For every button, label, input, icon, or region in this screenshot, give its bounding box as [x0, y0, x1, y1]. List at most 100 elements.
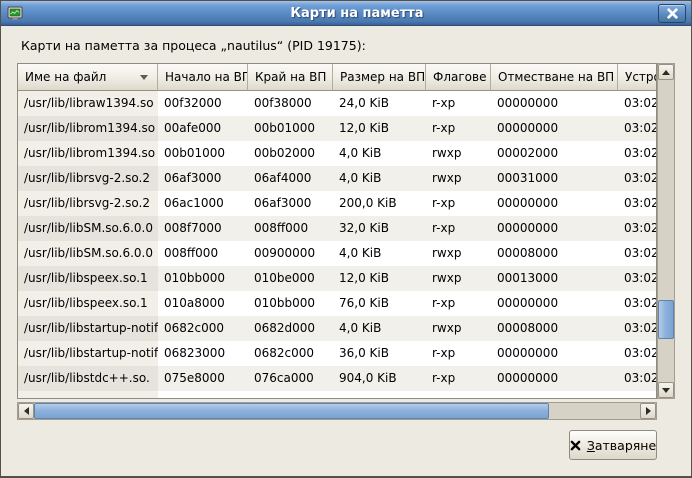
table-row[interactable]: /usr/lib/libstdc++.so.075e8000076ca00090…: [18, 366, 656, 391]
table-cell: r-xp: [426, 291, 491, 316]
column-header-label: Име на файл: [25, 70, 106, 84]
column-header-label: Край на ВП: [255, 70, 326, 84]
table-cell: 03:02: [618, 266, 656, 291]
triangle-right-icon: [646, 407, 651, 415]
table-cell: r-xp: [426, 116, 491, 141]
column-header-filename[interactable]: Име на файл: [18, 64, 158, 91]
table-row[interactable]: /usr/lib/libraw1394.so00f3200000f3800024…: [18, 91, 656, 116]
table-cell: r-xp: [426, 191, 491, 216]
table-cell: 36,0 KiB: [333, 341, 426, 366]
table-cell: 00000000: [491, 116, 618, 141]
table-cell: /usr/lib/libSM.so.6.0.0: [18, 216, 158, 241]
table-cell: r-xp: [426, 216, 491, 241]
table-cell: /usr/lib/libspeex.so.1: [18, 266, 158, 291]
table-cell: 03:02: [618, 316, 656, 341]
column-header-label: Устройство: [625, 70, 657, 84]
triangle-left-icon: [24, 407, 29, 415]
table-row[interactable]: /usr/lib/librsvg-2.so.206ac100006af30002…: [18, 191, 656, 216]
table-filler: [18, 391, 656, 398]
table-cell: 03:02: [618, 341, 656, 366]
table-cell: 76,0 KiB: [333, 291, 426, 316]
close-icon: [667, 8, 678, 19]
table-cell: 075e8000: [158, 366, 248, 391]
scroll-left-button[interactable]: [18, 403, 34, 419]
column-header-device[interactable]: Устройство: [618, 64, 657, 91]
table-cell: 904,0 KiB: [333, 366, 426, 391]
table-cell: 00013000: [491, 266, 618, 291]
column-header-vm-offset[interactable]: Отместване на ВП: [491, 64, 618, 91]
column-header-label: Размер на ВП: [340, 70, 425, 84]
table-cell: 03:02: [618, 216, 656, 241]
close-button-label: Затваряне: [587, 438, 656, 453]
table-cell: 00900000: [248, 241, 333, 266]
table-cell: 03:02: [618, 141, 656, 166]
table-cell: 010a8000: [158, 291, 248, 316]
memory-maps-table: Име на файл Начало на ВП Край на ВП Разм…: [17, 63, 657, 399]
table-cell: /usr/lib/librsvg-2.so.2: [18, 166, 158, 191]
horizontal-scrollbar-thumb[interactable]: [34, 403, 549, 419]
table-row[interactable]: /usr/lib/libstartup-notification06823000…: [18, 341, 656, 366]
table-cell: /usr/lib/librsvg-2.so.2: [18, 191, 158, 216]
table-cell: 008f7000: [158, 216, 248, 241]
table-cell: 0682d000: [248, 316, 333, 341]
vertical-scrollbar-thumb[interactable]: [658, 300, 674, 339]
table-row[interactable]: /usr/lib/libspeex.so.1010a8000010bb00076…: [18, 291, 656, 316]
scroll-down-button[interactable]: [658, 382, 674, 398]
horizontal-scrollbar[interactable]: [17, 402, 657, 420]
triangle-down-icon: [662, 388, 670, 393]
table-cell: /usr/lib/librom1394.so: [18, 116, 158, 141]
triangle-up-icon: [662, 70, 670, 75]
close-button[interactable]: Затваряне: [569, 430, 657, 460]
table-cell: rwxp: [426, 241, 491, 266]
table-row[interactable]: /usr/lib/librsvg-2.so.206af300006af40004…: [18, 166, 656, 191]
table-cell: r-xp: [426, 91, 491, 116]
table-cell: 24,0 KiB: [333, 91, 426, 116]
table-cell: 00f38000: [248, 91, 333, 116]
table-row[interactable]: /usr/lib/librom1394.so00afe00000b0100012…: [18, 116, 656, 141]
table-row[interactable]: /usr/lib/libSM.so.6.0.0008ff000009000004…: [18, 241, 656, 266]
table-cell: 00002000: [491, 141, 618, 166]
table-cell: 03:02: [618, 91, 656, 116]
column-header-label: Отместване на ВП: [498, 70, 614, 84]
vertical-scrollbar[interactable]: [657, 63, 675, 399]
column-header-flags[interactable]: Флагове: [426, 64, 491, 91]
table-cell: 010bb000: [248, 291, 333, 316]
table-cell: 00b01000: [248, 116, 333, 141]
table-row[interactable]: /usr/lib/libspeex.so.1010bb000010be00012…: [18, 266, 656, 291]
memory-maps-dialog: Карти на паметта Карти на паметта за про…: [0, 0, 692, 478]
column-header-vm-start[interactable]: Начало на ВП: [158, 64, 248, 91]
column-header-label: Начало на ВП: [165, 70, 248, 84]
table-cell: 00000000: [491, 291, 618, 316]
table-cell: 0682c000: [248, 341, 333, 366]
table-cell: 00000000: [491, 216, 618, 241]
table-cell: /usr/lib/librom1394.so: [18, 141, 158, 166]
table-cell: 00b02000: [248, 141, 333, 166]
close-x-icon: [570, 440, 581, 451]
table-cell: rwxp: [426, 316, 491, 341]
table-cell: 03:02: [618, 191, 656, 216]
scroll-up-button[interactable]: [658, 64, 674, 80]
table-row[interactable]: /usr/lib/librom1394.so00b0100000b020004,…: [18, 141, 656, 166]
table-header: Име на файл Начало на ВП Край на ВП Разм…: [18, 64, 656, 91]
table-cell: /usr/lib/libraw1394.so: [18, 91, 158, 116]
table-cell: 010bb000: [158, 266, 248, 291]
column-header-vm-size[interactable]: Размер на ВП: [333, 64, 426, 91]
column-header-vm-end[interactable]: Край на ВП: [248, 64, 333, 91]
table-cell: 4,0 KiB: [333, 241, 426, 266]
table-cell: 06823000: [158, 341, 248, 366]
table-cell: 06ac1000: [158, 191, 248, 216]
scroll-right-button[interactable]: [640, 403, 656, 419]
table-cell: rwxp: [426, 141, 491, 166]
system-monitor-icon[interactable]: [7, 5, 23, 21]
table-cell: 008ff000: [248, 216, 333, 241]
table-cell: 00000000: [491, 91, 618, 116]
table-body: /usr/lib/libraw1394.so00f3200000f3800024…: [18, 91, 656, 398]
table-cell: 00000000: [491, 191, 618, 216]
table-cell: r-xp: [426, 341, 491, 366]
table-row[interactable]: /usr/lib/libSM.so.6.0.0008f7000008ff0003…: [18, 216, 656, 241]
table-cell: 03:02: [618, 116, 656, 141]
titlebar-close-button[interactable]: [658, 4, 686, 23]
table-cell: 00000000: [491, 341, 618, 366]
table-row[interactable]: /usr/lib/libstartup-notification0682c000…: [18, 316, 656, 341]
table-cell: 06af3000: [158, 166, 248, 191]
